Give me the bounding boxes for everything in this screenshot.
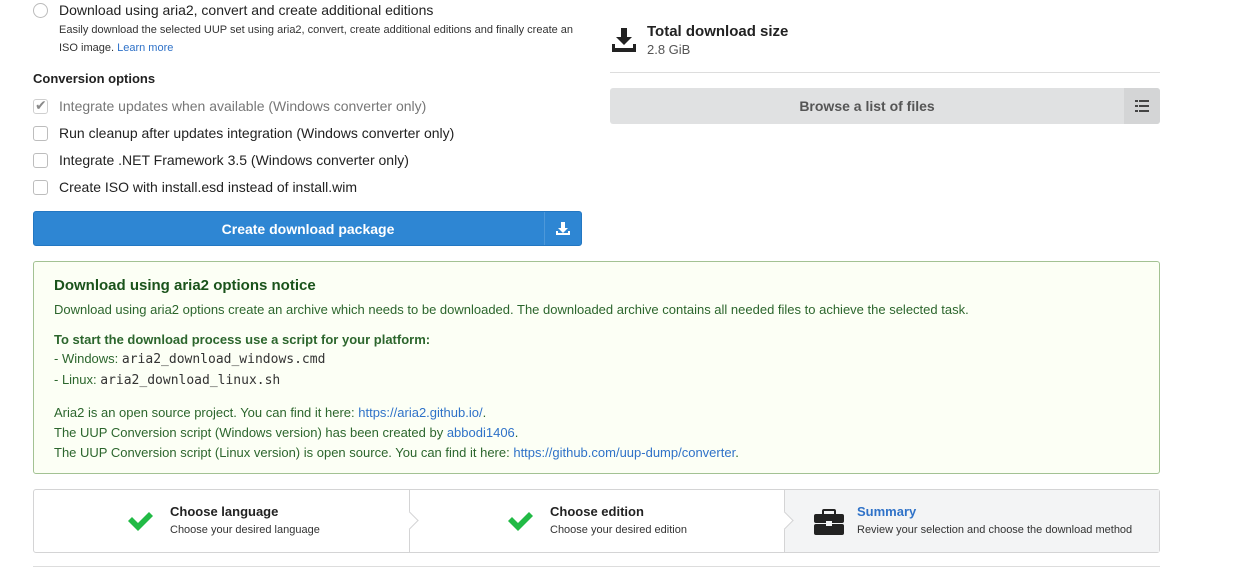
step-choose-edition[interactable]: Choose edition Choose your desired editi… [410,490,784,552]
divider [610,72,1160,73]
aria2-text: Aria2 is an open source project. You can… [54,405,359,420]
notice-title: Download using aria2 options notice [54,277,316,294]
step-title: Summary [857,504,917,519]
total-download-size-value: 2.8 GiB [647,42,691,57]
notice-linux-script: - Linux: aria2_download_linux.sh [54,372,280,388]
browse-files-button[interactable]: Browse a list of files [610,88,1160,124]
notice-windows-converter-line: The UUP Conversion script (Windows versi… [54,425,518,440]
briefcase-icon [813,508,845,541]
windows-converter-text: The UUP Conversion script (Windows versi… [54,425,447,440]
linux-converter-text: The UUP Conversion script (Linux version… [54,445,514,460]
total-download-size-title: Total download size [647,23,789,40]
step-description: Choose your desired edition [550,524,687,536]
aria2-convert-radio[interactable] [33,3,48,18]
learn-more-link[interactable]: Learn more [117,42,173,54]
period: . [482,405,487,420]
create-download-package-label: Create download package [221,221,395,237]
period: . [735,445,739,460]
abbodi1406-link[interactable]: abbodi1406 [447,425,515,440]
step-choose-language[interactable]: Choose language Choose your desired lang… [34,490,409,552]
check-icon [126,510,154,537]
check-icon [506,510,534,537]
integrate-netfx-checkbox[interactable] [33,152,48,168]
download-size-icon [612,28,636,57]
converter-repo-link[interactable]: https://github.com/uup-dump/converter [513,445,735,460]
notice-windows-script: - Windows: aria2_download_windows.cmd [54,351,325,367]
browse-files-label: Browse a list of files [799,98,935,114]
run-cleanup-checkbox[interactable] [33,125,48,141]
aria2-notice-message: Download using aria2 options notice Down… [33,261,1160,474]
step-description: Review your selection and choose the dow… [857,524,1133,536]
create-iso-esd-option[interactable]: Create ISO with install.esd instead of i… [33,178,357,196]
run-cleanup-option[interactable]: Run cleanup after updates integration (W… [33,124,454,142]
integrate-updates-checkbox[interactable]: ✔ [33,96,48,114]
integrate-updates-option[interactable]: ✔ Integrate updates when available (Wind… [33,97,426,115]
create-iso-esd-checkbox[interactable] [33,179,48,195]
aria2-link[interactable]: https://aria2.github.io/ [358,405,482,420]
aria2-convert-description: Easily download the selected UUP set usi… [59,21,579,57]
checkmark-icon: ✔ [35,96,47,113]
step-summary[interactable]: Summary Review your selection and choose… [785,490,1159,552]
integrate-netfx-option[interactable]: Integrate .NET Framework 3.5 (Windows co… [33,151,409,169]
divider [33,566,1160,567]
linux-prefix: - Linux: [54,372,101,387]
create-iso-esd-label: Create ISO with install.esd instead of i… [59,179,358,195]
aria2-convert-label[interactable]: Download using aria2, convert and create… [59,2,433,18]
notice-intro: Download using aria2 options create an a… [54,302,969,317]
run-cleanup-label: Run cleanup after updates integration (W… [59,125,455,141]
list-icon [1124,88,1160,124]
create-download-package-button[interactable]: Create download package [33,211,582,246]
linux-script-name: aria2_download_linux.sh [100,373,281,388]
notice-aria2-line: Aria2 is an open source project. You can… [54,405,486,420]
integrate-netfx-label: Integrate .NET Framework 3.5 (Windows co… [59,152,409,168]
progress-steps: Choose language Choose your desired lang… [33,489,1160,553]
conversion-options-title: Conversion options [33,71,156,86]
period: . [514,425,519,440]
download-icon [544,212,581,245]
windows-prefix: - Windows: [54,351,122,366]
step-title: Choose edition [550,504,644,519]
notice-script-heading: To start the download process use a scri… [54,332,431,347]
windows-script-name: aria2_download_windows.cmd [121,352,326,367]
step-description: Choose your desired language [170,524,320,536]
step-title: Choose language [170,504,279,519]
notice-linux-converter-line: The UUP Conversion script (Linux version… [54,445,739,460]
integrate-updates-label: Integrate updates when available (Window… [59,98,427,114]
